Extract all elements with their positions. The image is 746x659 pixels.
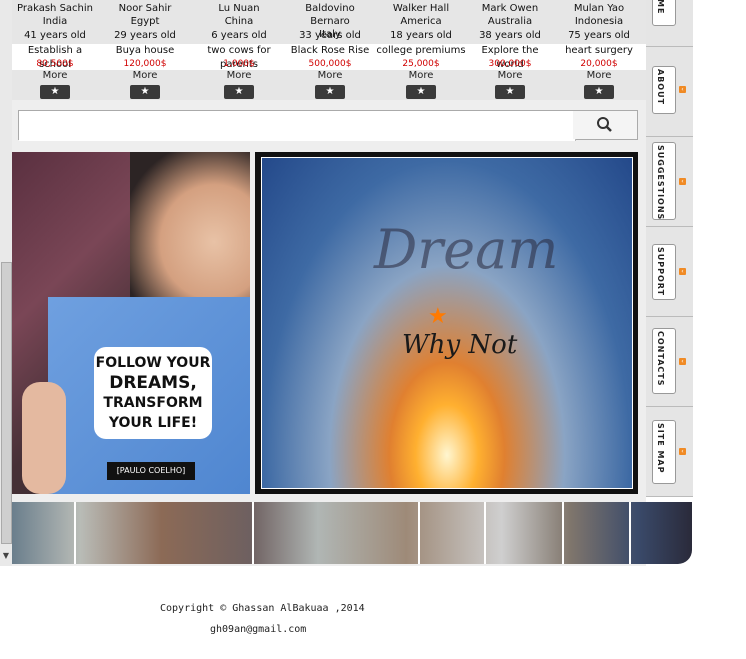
search-bar [18, 110, 638, 141]
banner-divider [562, 502, 564, 564]
dream-script-title: Dream [374, 218, 559, 281]
dreamer-age: 41 years old [24, 30, 86, 41]
dreamer-dream: college premiums [374, 44, 468, 58]
dreamer-name: Mulan Yao Indonesia [573, 3, 625, 27]
banner-divider [629, 502, 631, 564]
banner-divider [74, 502, 76, 564]
nav-item-suggestions[interactable]: SUGGESTIONS ‹ [646, 136, 693, 227]
banner-divider [252, 502, 254, 564]
nav-label[interactable]: ABOUT [652, 66, 676, 114]
star-icon: ★ [428, 304, 448, 329]
dreamer-age: 33 years old [299, 30, 361, 41]
star-button[interactable]: ★ [584, 85, 614, 99]
dreamer-age: 29 years old [114, 30, 176, 41]
side-nav: ME ABOUT ‹ SUGGESTIONS ‹ SUPPORT ‹ CONTA… [646, 0, 693, 497]
dreamer-name: Mark Owen Australia [481, 3, 539, 27]
quote-line: DREAMS, [109, 373, 197, 393]
more-link[interactable]: More [98, 70, 192, 84]
copyright-text: Copyright © Ghassan AlBakuaa ,2014 [160, 603, 365, 614]
nav-label[interactable]: SITE MAP [652, 420, 676, 484]
dreamer-name: Noor Sahir Egypt [118, 3, 172, 27]
dreamer-name: Walker Hall America [392, 3, 450, 27]
dreamers-strip: Prakash Sachin India 41 years old Establ… [12, 0, 646, 100]
dreamer-price: 500,000$ [286, 58, 374, 70]
dreamer-dream: heart surgery [552, 44, 646, 58]
dreamer-price: 1,000$ [192, 58, 286, 70]
dreamer-dream: Buya house [98, 44, 192, 58]
banner-divider [484, 502, 486, 564]
orange-arrow-icon: ‹ [679, 178, 686, 185]
dreamer-age: 6 years old [211, 30, 267, 41]
dream-why-not-image: Dream ★ Why Not [255, 152, 638, 494]
star-button[interactable]: ★ [406, 85, 436, 99]
search-button[interactable] [573, 111, 637, 139]
dreamer-dream: two cows for parents [192, 44, 286, 70]
more-link[interactable]: More [192, 70, 286, 84]
nav-label[interactable]: SUGGESTIONS [652, 142, 676, 220]
dreamer-name: Baldovino Bernaro Italy [305, 3, 355, 40]
dreamer-age: 18 years old [390, 30, 452, 41]
main-content: Prakash Sachin India 41 years old Establ… [12, 0, 692, 566]
search-icon [597, 117, 612, 132]
sky-photo: Dream ★ Why Not [261, 157, 633, 489]
quote-line: FOLLOW YOUR [95, 355, 211, 371]
quote-card: FOLLOW YOUR DREAMS, TRANSFORM YOUR LIFE! [94, 347, 212, 439]
photo-banner [12, 502, 692, 564]
nav-label[interactable]: ME [652, 0, 676, 26]
dreamer-dream: Explore the world [468, 44, 552, 70]
orange-arrow-icon: ‹ [679, 86, 686, 93]
dreamer-dream: Black Rose Rise [286, 44, 374, 58]
more-link[interactable]: More [374, 70, 468, 84]
dreamer-card: Noor Sahir Egypt 29 years old Buya house… [98, 0, 192, 100]
dreamer-name: Prakash Sachin India [17, 3, 93, 27]
page-scrollbar[interactable]: ▲ ▼ [0, 0, 12, 566]
nav-item-about[interactable]: ABOUT ‹ [646, 46, 693, 137]
dreamer-card: Baldovino Bernaro Italy 33 years old Bla… [286, 0, 374, 100]
star-button[interactable]: ★ [130, 85, 160, 99]
banner-divider [418, 502, 420, 564]
nav-item-site-map[interactable]: SITE MAP ‹ [646, 406, 693, 497]
star-button[interactable]: ★ [224, 85, 254, 99]
quote-author: [PAULO COELHO] [107, 462, 195, 480]
dreamer-card: Walker Hall America 18 years old college… [374, 0, 468, 100]
dreamer-card: Prakash Sachin India 41 years old Establ… [12, 0, 98, 100]
dreamer-age: 75 years old [568, 30, 630, 41]
search-input[interactable] [19, 111, 576, 141]
star-button[interactable]: ★ [40, 85, 70, 99]
orange-arrow-icon: ‹ [679, 358, 686, 365]
orange-arrow-icon: ‹ [679, 448, 686, 455]
dreamer-price: 80,500$ [12, 58, 98, 70]
scroll-down-arrow[interactable]: ▼ [1, 550, 11, 562]
why-not-text: Why Not [402, 330, 518, 360]
more-link[interactable]: More [286, 70, 374, 84]
dreamer-card: Mark Owen Australia 38 years old Explore… [468, 0, 552, 100]
girl-face [130, 152, 250, 302]
dreamer-price: 120,000$ [98, 58, 192, 70]
star-button[interactable]: ★ [495, 85, 525, 99]
nav-label[interactable]: CONTACTS [652, 328, 676, 394]
scrollbar-thumb[interactable] [1, 262, 12, 544]
dreamer-card: Mulan Yao Indonesia 75 years old heart s… [552, 0, 646, 100]
nav-item-contacts[interactable]: CONTACTS ‹ [646, 316, 693, 407]
more-link[interactable]: More [12, 70, 98, 84]
dreamer-price: 25,000$ [374, 58, 468, 70]
dreamer-price: 300,000$ [468, 58, 552, 70]
email-text: gh09an@gmail.com [210, 624, 307, 635]
orange-arrow-icon: ‹ [679, 268, 686, 275]
hand [22, 382, 66, 494]
dreamer-dream: Establish a school [12, 44, 98, 70]
more-link[interactable]: More [468, 70, 552, 84]
dreamer-price: 20,000$ [552, 58, 646, 70]
dreamer-name: Lu Nuan China [218, 3, 260, 27]
star-button[interactable]: ★ [315, 85, 345, 99]
dreamer-card: Lu Nuan China 6 years old two cows for p… [192, 0, 286, 100]
quote-line: YOUR LIFE! [108, 415, 198, 431]
dreamer-age: 38 years old [479, 30, 541, 41]
nav-item-support[interactable]: SUPPORT ‹ [646, 226, 693, 317]
nav-label[interactable]: SUPPORT [652, 244, 676, 300]
follow-your-dreams-image: FOLLOW YOUR DREAMS, TRANSFORM YOUR LIFE!… [12, 152, 250, 494]
more-link[interactable]: More [552, 70, 646, 84]
quote-line: TRANSFORM [103, 395, 203, 411]
nav-item-home[interactable]: ME [646, 0, 693, 47]
